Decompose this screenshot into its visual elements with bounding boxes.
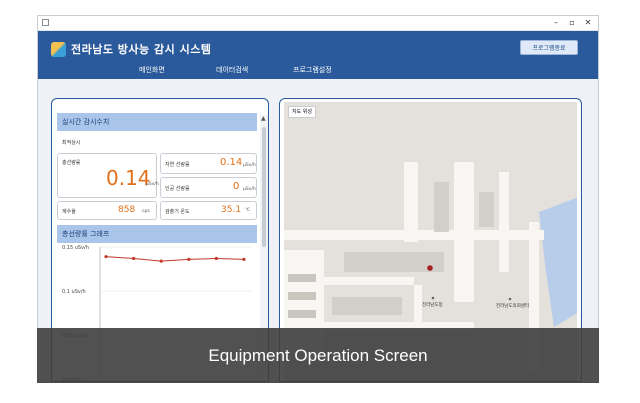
main-nav: 메인화면 데이터검색 프로그램설정	[38, 65, 598, 79]
chart-series-line	[105, 256, 245, 262]
status-label: 최적상시	[62, 140, 81, 146]
natural-dose-card: 자연 선량률 0.14 μSv/h	[160, 153, 257, 174]
detector-temp-card: 검출기 온도 35.1 ℃	[160, 201, 257, 220]
map-label-provincial-office: 전라남도청	[422, 303, 443, 308]
detector-temp-value: 35.1	[221, 205, 242, 215]
realtime-section-title: 실시간 감시수치	[57, 113, 257, 131]
chart-point	[187, 257, 191, 261]
caption-banner: Equipment Operation Screen	[37, 328, 599, 383]
count-rate-value: 858	[118, 205, 136, 215]
exit-program-button[interactable]: 프로그램종료	[520, 40, 578, 55]
title-bar: – ▫ ✕	[38, 16, 598, 31]
app-header: 전라남도 방사능 감시 시스템 프로그램종료 메인화면 데이터검색 프로그램설정	[38, 31, 598, 79]
count-rate-card: 계수율 858 cps	[57, 201, 157, 220]
nav-item-data-search[interactable]: 데이터검색	[216, 65, 248, 75]
chart-y-tick-label: 0.15 uSv/h	[62, 245, 89, 251]
map-type-tabs[interactable]: 지도 위성	[288, 106, 316, 118]
chart-point	[242, 257, 246, 261]
artificial-dose-unit: μSv/h	[243, 187, 256, 192]
graph-section-title: 총선량률 그래프	[57, 225, 257, 243]
maximize-icon[interactable]: ▫	[566, 17, 578, 29]
total-dose-card: 총선량률 0.14 μSv/h	[57, 153, 159, 198]
natural-dose-label: 자연 선량률	[165, 162, 190, 168]
close-icon[interactable]: ✕	[582, 17, 594, 29]
detector-temp-label: 검출기 온도	[165, 209, 190, 215]
natural-dose-unit: μSv/h	[243, 163, 256, 168]
chart-point	[132, 256, 136, 261]
total-dose-unit: μSv/h	[146, 182, 159, 187]
count-rate-label: 계수율	[62, 209, 76, 215]
total-dose-value: 0.14	[106, 166, 151, 190]
count-rate-unit: cps	[142, 209, 150, 214]
app-title: 전라남도 방사능 감시 시스템	[71, 43, 212, 56]
natural-dose-value: 0.14	[220, 157, 243, 168]
banner-caption: Equipment Operation Screen	[208, 346, 428, 365]
total-dose-label: 총선량률	[62, 160, 81, 166]
chart-point	[214, 256, 218, 261]
scrollbar-thumb[interactable]	[262, 127, 266, 247]
nav-item-main[interactable]: 메인화면	[139, 65, 165, 75]
logo-icon	[51, 42, 66, 57]
chart-y-tick-label: 0.1 uSv/h	[62, 289, 86, 295]
artificial-dose-value: 0	[233, 181, 240, 192]
nav-item-settings[interactable]: 프로그램설정	[293, 65, 332, 75]
detector-temp-unit: ℃	[245, 208, 251, 213]
scroll-up-icon[interactable]: ▲	[261, 115, 266, 122]
chart-point	[159, 259, 163, 263]
minimize-icon[interactable]: –	[550, 17, 562, 29]
artificial-dose-label: 인공 선량률	[165, 186, 190, 192]
app-icon	[42, 19, 49, 26]
chart-point	[104, 255, 108, 259]
map-label-assembly-center: 전라남도의회센터	[496, 304, 530, 309]
artificial-dose-card: 인공 선량률 0 μSv/h	[160, 177, 257, 198]
